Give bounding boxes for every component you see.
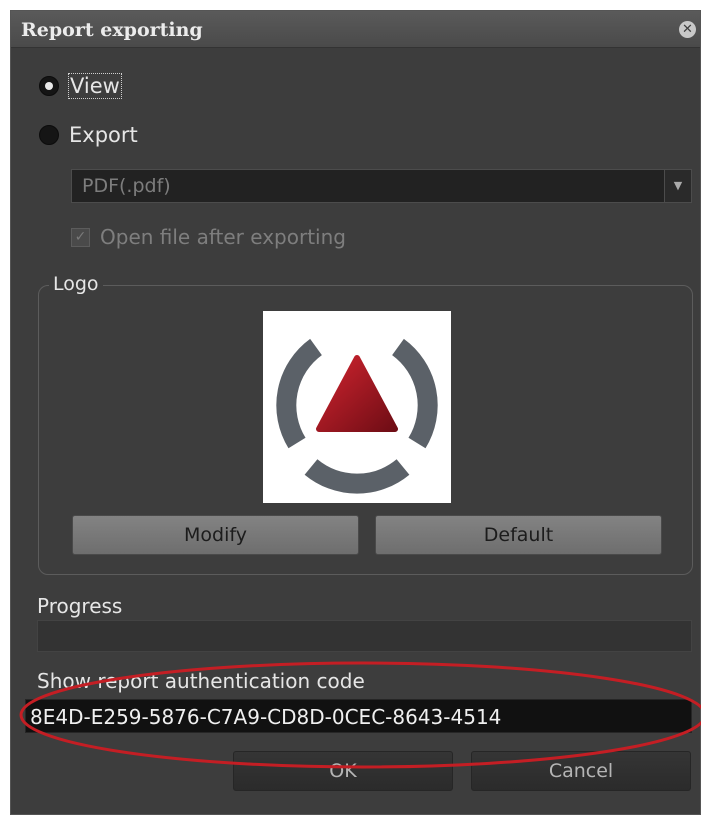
radio-export-label[interactable]: Export (69, 123, 138, 147)
ok-button[interactable]: OK (233, 751, 453, 791)
open-file-checkbox-row[interactable]: ✓ Open file after exporting (71, 225, 346, 249)
auth-code-label: Show report authentication code (37, 669, 365, 693)
radio-export[interactable]: Export (39, 123, 138, 147)
logo-ring-bottom-arc (304, 459, 410, 494)
format-select[interactable]: PDF(.pdf) ▼ (71, 169, 692, 203)
report-exporting-dialog: Report exporting ✕ View Export PDF(.pdf)… (10, 10, 701, 815)
auth-code-field[interactable]: 8E4D-E259-5876-C7A9-CD8D-0CEC-8643-4514 (25, 699, 692, 733)
progress-label: Progress (37, 594, 123, 618)
progress-bar (37, 620, 692, 652)
dialog-title: Report exporting (21, 19, 203, 41)
logo-ring-left-arc (276, 338, 323, 449)
logo-ring-right-arc (391, 338, 438, 449)
close-icon[interactable]: ✕ (679, 21, 696, 38)
logo-triangle (316, 355, 398, 432)
radio-view-label[interactable]: View (68, 73, 122, 99)
modify-button[interactable]: Modify (72, 515, 359, 555)
cancel-button[interactable]: Cancel (471, 751, 691, 791)
open-file-checkbox[interactable]: ✓ (71, 227, 90, 247)
radio-view-indicator[interactable] (39, 76, 59, 96)
default-button[interactable]: Default (375, 515, 662, 555)
open-file-label: Open file after exporting (100, 225, 346, 249)
radio-view[interactable]: View (39, 73, 122, 99)
title-bar[interactable]: Report exporting ✕ (11, 11, 700, 48)
chevron-down-icon[interactable]: ▼ (664, 170, 691, 202)
radio-export-indicator[interactable] (39, 125, 59, 145)
format-select-value: PDF(.pdf) (82, 175, 171, 197)
auth-code-value: 8E4D-E259-5876-C7A9-CD8D-0CEC-8643-4514 (30, 705, 502, 729)
logo-graphic (276, 338, 438, 494)
logo-group: Logo Modify Default (38, 273, 693, 575)
logo-group-legend: Logo (49, 273, 103, 295)
logo-preview-image (263, 311, 451, 503)
